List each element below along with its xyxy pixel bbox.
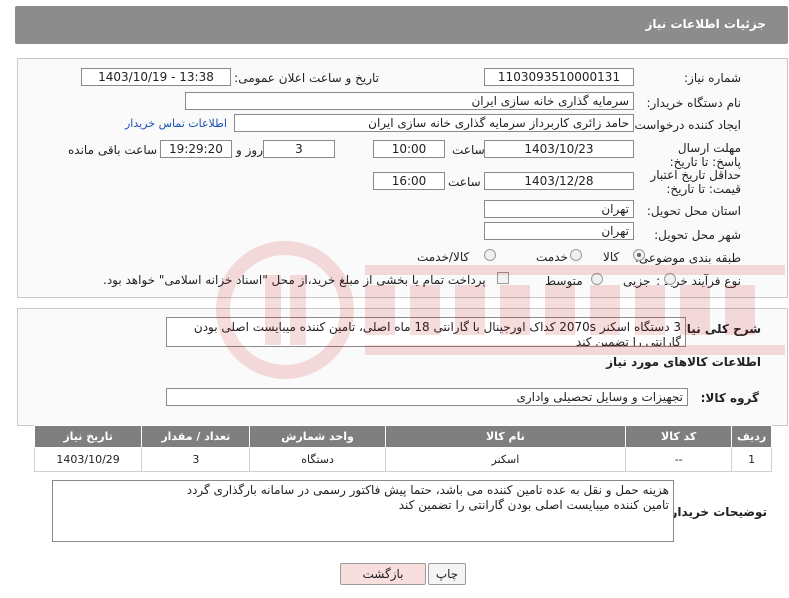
description-label: شرح کلی نیاز: (675, 322, 761, 336)
remaining-time-field: 19:29:20 (160, 140, 232, 158)
deadline-time-label: ساعت (452, 143, 485, 157)
col-row: ردیف (731, 425, 772, 448)
need-number-label: شماره نیاز: (684, 71, 741, 85)
contact-buyer-link[interactable]: اطلاعات تماس خریدار (125, 117, 227, 130)
city-label: شهر محل تحویل: (654, 228, 741, 242)
description-text: 3 دستگاه اسکنر 2070s کداک اورجینال با گا… (166, 317, 686, 347)
validity-time-label: ساعت (448, 175, 481, 189)
purchase-option-medium: متوسط (545, 274, 583, 288)
payment-note: پرداخت تمام یا بخشی از مبلغ خرید،از محل … (103, 273, 486, 287)
buyer-org-field: سرمایه گذاری خانه سازی ایران (185, 92, 634, 110)
deadline-time-field: 10:00 (373, 140, 445, 158)
buyer-notes-label: توضیحات خریدار: (665, 505, 767, 519)
buyer-org-label: نام دستگاه خریدار: (646, 96, 742, 110)
creator-field: حامد زائری کاربرداز سرمایه گذاری خانه سا… (234, 114, 634, 132)
goods-table-header: ردیف کد کالا نام کالا واحد شمارش تعداد /… (33, 425, 772, 448)
category-radio-goods[interactable] (633, 249, 645, 261)
page-header: جزئیات اطلاعات نیاز (15, 6, 788, 44)
cell-date: 1403/10/29 (33, 447, 143, 472)
validity-time-field: 16:00 (373, 172, 445, 190)
col-date: تاریخ نیاز (33, 425, 143, 448)
buyer-notes-text: هزینه حمل و نقل به عده تامین کننده می با… (52, 480, 674, 542)
category-radio-service[interactable] (570, 249, 582, 261)
treasury-payment-checkbox[interactable] (497, 272, 509, 284)
cell-qty: 3 (141, 447, 251, 472)
goods-table: ردیف کد کالا نام کالا واحد شمارش تعداد /… (33, 425, 772, 472)
cell-row: 1 (731, 447, 772, 472)
goods-group-label: گروه کالا: (700, 391, 759, 405)
creator-label: ایجاد کننده درخواست: (630, 118, 741, 132)
purchase-radio-medium[interactable] (591, 273, 603, 285)
print-button[interactable]: چاپ (428, 563, 466, 585)
city-field: تهران (484, 222, 634, 240)
days-field: 3 (263, 140, 335, 158)
col-code: کد کالا (625, 425, 733, 448)
buyer-notes-line-2: تامین کننده میبایست اصلی بودن گارانتی را… (398, 498, 669, 512)
announce-field: 1403/10/19 - 13:38 (81, 68, 231, 86)
category-option-service: خدمت (536, 250, 568, 264)
buyer-notes-line-1: هزینه حمل و نقل به عده تامین کننده می با… (186, 483, 669, 497)
validity-date-field: 1403/12/28 (484, 172, 634, 190)
province-field: تهران (484, 200, 634, 218)
announce-label: تاریخ و ساعت اعلان عمومی: (234, 71, 379, 85)
category-option-goods-service: کالا/خدمت (417, 250, 470, 264)
category-label: طبقه بندی موضوعی: (634, 251, 741, 265)
col-unit: واحد شمارش (249, 425, 386, 448)
page-title: جزئیات اطلاعات نیاز (645, 17, 766, 31)
cell-name: اسکنر (384, 447, 627, 472)
days-label: روز و (236, 143, 263, 157)
goods-group-field: تجهیزات و وسایل تحصیلی واداری (166, 388, 688, 406)
validity-label: حداقل تاریخ اعتبار قیمت: تا تاریخ: (650, 168, 741, 196)
col-name: نام کالا (384, 425, 627, 448)
cell-code: -- (625, 447, 733, 472)
goods-section-title: اطلاعات کالاهای مورد نیاز (606, 355, 761, 369)
deadline-date-field: 1403/10/23 (484, 140, 634, 158)
purchase-option-partial: جزیی (623, 274, 651, 288)
cell-unit: دستگاه (249, 447, 386, 472)
deadline-label: مهلت ارسال پاسخ: تا تاریخ: (669, 141, 741, 169)
remaining-label: ساعت باقی مانده (68, 143, 158, 157)
table-row: 1 -- اسکنر دستگاه 3 1403/10/29 (33, 447, 772, 472)
need-number-field: 1103093510000131 (484, 68, 634, 86)
purchase-radio-partial[interactable] (664, 273, 676, 285)
col-qty: تعداد / مقدار (141, 425, 251, 448)
category-option-goods: کالا (603, 250, 620, 264)
category-radio-goods-service[interactable] (484, 249, 496, 261)
back-button[interactable]: بازگشت (340, 563, 426, 585)
province-label: استان محل تحویل: (646, 204, 741, 218)
